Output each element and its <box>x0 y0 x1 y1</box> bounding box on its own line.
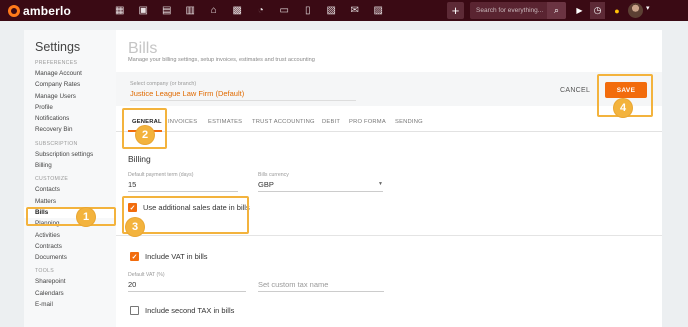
sidebar-item-company-rates[interactable]: Company Rates <box>24 79 116 90</box>
default-vat-label: Default VAT (%) <box>128 272 165 278</box>
bills-tabs: GENERAL INVOICES ESTIMATES TRUST ACCOUNT… <box>116 114 662 132</box>
bell-icon[interactable]: ● <box>610 2 624 19</box>
top-navigation-bar: amberlo ▦ ▣ ▤ ▥ ⌂ ▩ ◔ ▭ ▯ ▧ ✉ ▨ + ⌕ ▶ ◷ … <box>0 0 688 21</box>
tab-sending[interactable]: SENDING <box>395 119 423 125</box>
annotation-box-1 <box>26 207 116 226</box>
search-input[interactable] <box>470 7 546 14</box>
annotation-number-1: 1 <box>77 208 95 226</box>
currency-select[interactable]: GBP ▼ <box>258 180 383 192</box>
sidebar-item-billing[interactable]: Billing <box>24 160 116 171</box>
dashboard-icon[interactable]: ▦ <box>108 0 132 21</box>
billing-section-title: Billing <box>128 154 151 164</box>
search-icon[interactable]: ⌕ <box>547 2 566 19</box>
sidebar-group-preferences: PREFERENCES <box>35 60 78 66</box>
history-icon[interactable]: ◔ <box>249 0 273 21</box>
image-icon[interactable]: ▨ <box>367 0 391 21</box>
amberlo-logo[interactable]: amberlo <box>8 4 104 18</box>
documents-icon[interactable]: ▥ <box>179 0 203 21</box>
contacts-icon[interactable]: ▣ <box>132 0 156 21</box>
annotation-number-2: 2 <box>136 126 154 144</box>
file-icon[interactable]: ▯ <box>296 0 320 21</box>
tab-trust-accounting[interactable]: TRUST ACCOUNTING <box>252 119 315 125</box>
sidebar-group-tools: TOOLS <box>35 268 54 275</box>
include-vat-label: Include VAT in bills <box>145 252 208 261</box>
sidebar-item-contracts[interactable]: Contracts <box>24 241 116 252</box>
matters-icon[interactable]: ▤ <box>155 0 179 21</box>
folder-icon[interactable]: ▭ <box>273 0 297 21</box>
currency-label: Bills currency <box>258 172 289 178</box>
default-vat-field[interactable]: 20 <box>128 280 246 292</box>
bank-icon[interactable]: ⌂ <box>202 0 226 21</box>
chevron-down-icon[interactable]: ▾ <box>646 4 650 12</box>
annotation-number-3: 3 <box>126 218 144 236</box>
tab-estimates[interactable]: ESTIMATES <box>208 119 242 125</box>
chevron-down-icon: ▼ <box>378 181 383 187</box>
sidebar-item-activities[interactable]: Activities <box>24 230 116 241</box>
second-tax-row[interactable]: Include second TAX in bills <box>130 306 234 315</box>
page-subtitle: Manage your billing settings, setup invo… <box>128 57 315 63</box>
module-icons: ▦ ▣ ▤ ▥ ⌂ ▩ ◔ ▭ ▯ ▧ ✉ ▨ <box>108 0 390 21</box>
tab-debit[interactable]: DEBIT <box>322 119 340 125</box>
logo-text: amberlo <box>23 3 72 18</box>
avatar[interactable] <box>628 3 643 18</box>
include-vat-checkbox[interactable]: ✓ <box>130 252 139 261</box>
sidebar-item-email[interactable]: E-mail <box>24 299 116 310</box>
sidebar-item-subscription-settings[interactable]: Subscription settings <box>24 149 116 160</box>
invoice-icon[interactable]: ▧ <box>320 0 344 21</box>
bills-settings-panel: Bills Manage your billing settings, setu… <box>116 30 662 327</box>
sidebar-item-matters[interactable]: Matters <box>24 196 116 207</box>
sidebar-item-recovery-bin[interactable]: Recovery Bin <box>24 124 116 135</box>
payment-term-field[interactable]: 15 <box>128 180 238 192</box>
calendar-icon[interactable]: ▩ <box>226 0 250 21</box>
settings-sidebar: Settings PREFERENCES Manage Account Comp… <box>24 30 116 327</box>
annotation-number-4: 4 <box>614 99 632 117</box>
sidebar-item-notifications[interactable]: Notifications <box>24 113 116 124</box>
play-icon[interactable]: ▶ <box>571 2 588 19</box>
company-select-label: Select company (or branch) <box>130 81 197 87</box>
add-new-button[interactable]: + <box>447 2 464 19</box>
sidebar-item-manage-account[interactable]: Manage Account <box>24 68 116 79</box>
timer-icon[interactable]: ◷ <box>590 2 605 19</box>
global-search: ⌕ <box>470 2 566 19</box>
mail-icon[interactable]: ✉ <box>343 0 367 21</box>
second-tax-label: Include second TAX in bills <box>145 306 235 315</box>
sidebar-item-calendars[interactable]: Calendars <box>24 288 116 299</box>
sidebar-item-documents[interactable]: Documents <box>24 252 116 263</box>
tab-invoices[interactable]: INVOICES <box>168 119 197 125</box>
sidebar-title: Settings <box>35 40 81 54</box>
tab-pro-forma[interactable]: PRO FORMA <box>349 119 386 125</box>
sidebar-group-customize: CUSTOMIZE <box>35 176 69 183</box>
include-vat-row[interactable]: ✓ Include VAT in bills <box>130 252 208 261</box>
sidebar-group-subscription: SUBSCRIPTION <box>35 140 78 147</box>
logo-mark-icon <box>8 4 20 17</box>
company-select[interactable]: Justice League Law Firm (Default) <box>130 89 356 101</box>
page-title: Bills <box>128 40 158 57</box>
sidebar-item-manage-users[interactable]: Manage Users <box>24 91 116 102</box>
cancel-button[interactable]: CANCEL <box>560 87 590 94</box>
sidebar-item-contacts[interactable]: Contacts <box>24 184 116 195</box>
section-divider <box>116 235 662 236</box>
currency-value: GBP <box>258 180 274 189</box>
custom-tax-name-field[interactable]: Set custom tax name <box>258 280 384 292</box>
sidebar-item-sharepoint[interactable]: Sharepoint <box>24 276 116 287</box>
sidebar-item-profile[interactable]: Profile <box>24 102 116 113</box>
payment-term-label: Default payment term (days) <box>128 172 194 178</box>
second-tax-checkbox[interactable] <box>130 306 139 315</box>
